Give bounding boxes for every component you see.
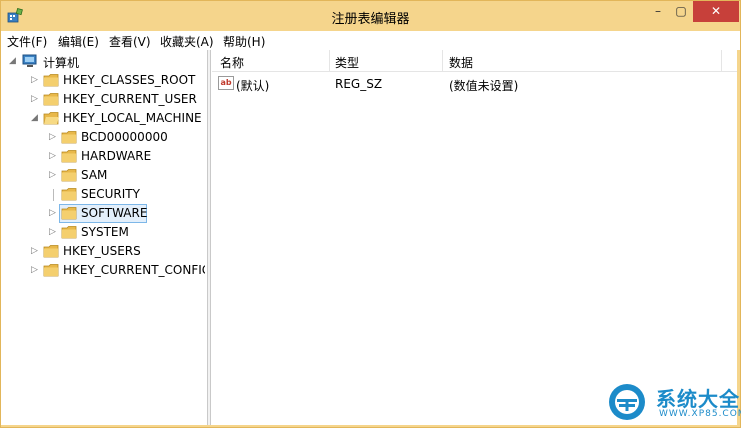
list-header: 名称 类型 数据 [212,50,737,72]
tree-item-hkey-current-config[interactable]: ▷ HKEY_CURRENT_CONFIG [3,261,205,280]
content-area: ◢ 计算机 ▷ HKEY_CLASSES_ROOT ▷ HKEY_CURRENT… [1,50,737,425]
tree-item-label: SOFTWARE [81,206,148,220]
tree-item-software[interactable]: ▷ SOFTWARE [3,204,203,223]
collapse-arrow-icon[interactable]: ◢ [9,55,19,67]
expand-arrow-icon[interactable]: ▷ [49,207,59,219]
tree-item-bcd00000000[interactable]: ▷ BCD00000000 [3,128,203,147]
registry-tree[interactable]: ◢ 计算机 ▷ HKEY_CLASSES_ROOT ▷ HKEY_CURRENT… [3,50,205,425]
watermark: 系统大全 WWW.XP85.COM [604,379,741,425]
folder-icon [43,93,59,106]
menu-file[interactable]: 文件(F) [7,33,47,50]
value-name: (默认) [236,79,270,93]
minimize-button[interactable]: – [647,1,669,22]
string-value-icon: ab [218,76,234,90]
column-header-type[interactable]: 类型 [335,54,359,71]
folder-icon [43,264,59,277]
column-header-name[interactable]: 名称 [220,54,244,71]
tree-item-hardware[interactable]: ▷ HARDWARE [3,147,203,166]
folder-icon [61,207,77,220]
expand-arrow-icon[interactable]: ▷ [49,131,59,143]
menu-view[interactable]: 查看(V) [109,33,151,50]
tree-root-label: 计算机 [43,56,80,70]
watermark-brand: 系统大全 [656,387,740,411]
tree-item-hkey-users[interactable]: ▷ HKEY_USERS [3,242,203,261]
folder-icon [61,188,77,201]
column-divider[interactable] [329,50,330,72]
folder-icon [61,226,77,239]
tree-item-hkey-classes-root[interactable]: ▷ HKEY_CLASSES_ROOT [3,71,203,90]
expand-arrow-icon[interactable]: ▷ [31,264,41,276]
tree-item-label: HKEY_USERS [63,244,141,258]
title-bar[interactable]: 注册表编辑器 – ▢ ✕ [1,1,740,31]
folder-icon [61,169,77,182]
menu-bar: 文件(F) 编辑(E) 查看(V) 收藏夹(A) 帮助(H) [1,31,740,50]
tree-item-hkey-local-machine[interactable]: ◢ HKEY_LOCAL_MACHINE [3,109,203,128]
column-header-data[interactable]: 数据 [449,54,473,71]
watermark-url: WWW.XP85.COM [659,409,741,419]
value-type: REG_SZ [335,77,383,91]
tree-item-system[interactable]: ▷ SYSTEM [3,223,203,242]
collapse-arrow-icon[interactable]: ◢ [31,112,41,124]
tree-item-label: HKEY_CURRENT_CONFIG [63,263,205,277]
tree-item-label: BCD00000000 [81,130,168,144]
pane-splitter[interactable] [207,50,211,425]
column-divider[interactable] [442,50,443,72]
tree-root-computer[interactable]: ◢ 计算机 [3,52,203,71]
menu-favorites[interactable]: 收藏夹(A) [160,33,214,50]
value-data: (数值未设置) [449,79,519,93]
tree-item-hkey-current-user[interactable]: ▷ HKEY_CURRENT_USER [3,90,203,109]
tree-item-label: HKEY_CLASSES_ROOT [63,73,196,87]
tree-item-label: HKEY_CURRENT_USER [63,92,197,106]
folder-icon [43,245,59,258]
folder-icon [61,150,77,163]
xp85-logo-icon [609,384,645,420]
values-list[interactable]: 名称 类型 数据 ab (默认) REG_SZ (数值未设置) [212,50,737,425]
expand-arrow-icon[interactable]: ▷ [31,245,41,257]
expand-arrow-icon[interactable]: ▷ [49,169,59,181]
list-row[interactable]: ab (默认) REG_SZ (数值未设置) [212,74,737,94]
tree-item-label: HKEY_LOCAL_MACHINE [63,111,202,125]
tree-line [53,189,54,201]
tree-item-label: HARDWARE [81,149,152,163]
expand-arrow-icon[interactable]: ▷ [49,226,59,238]
column-divider[interactable] [721,50,722,72]
tree-item-label: SAM [81,168,108,182]
folder-icon [61,131,77,144]
menu-edit[interactable]: 编辑(E) [58,33,99,50]
tree-item-security[interactable]: SECURITY [3,185,203,204]
computer-icon [22,54,37,67]
maximize-button[interactable]: ▢ [670,1,692,22]
tree-item-sam[interactable]: ▷ SAM [3,166,203,185]
close-button[interactable]: ✕ [693,1,739,22]
expand-arrow-icon[interactable]: ▷ [31,74,41,86]
folder-open-icon [43,112,59,125]
tree-item-label: SECURITY [81,187,140,201]
expand-arrow-icon[interactable]: ▷ [49,150,59,162]
tree-item-label: SYSTEM [81,225,129,239]
folder-icon [43,74,59,87]
expand-arrow-icon[interactable]: ▷ [31,93,41,105]
registry-editor-window: 注册表编辑器 – ▢ ✕ 文件(F) 编辑(E) 查看(V) 收藏夹(A) 帮助… [0,0,741,428]
window-title: 注册表编辑器 [331,12,410,27]
menu-help[interactable]: 帮助(H) [223,33,265,50]
